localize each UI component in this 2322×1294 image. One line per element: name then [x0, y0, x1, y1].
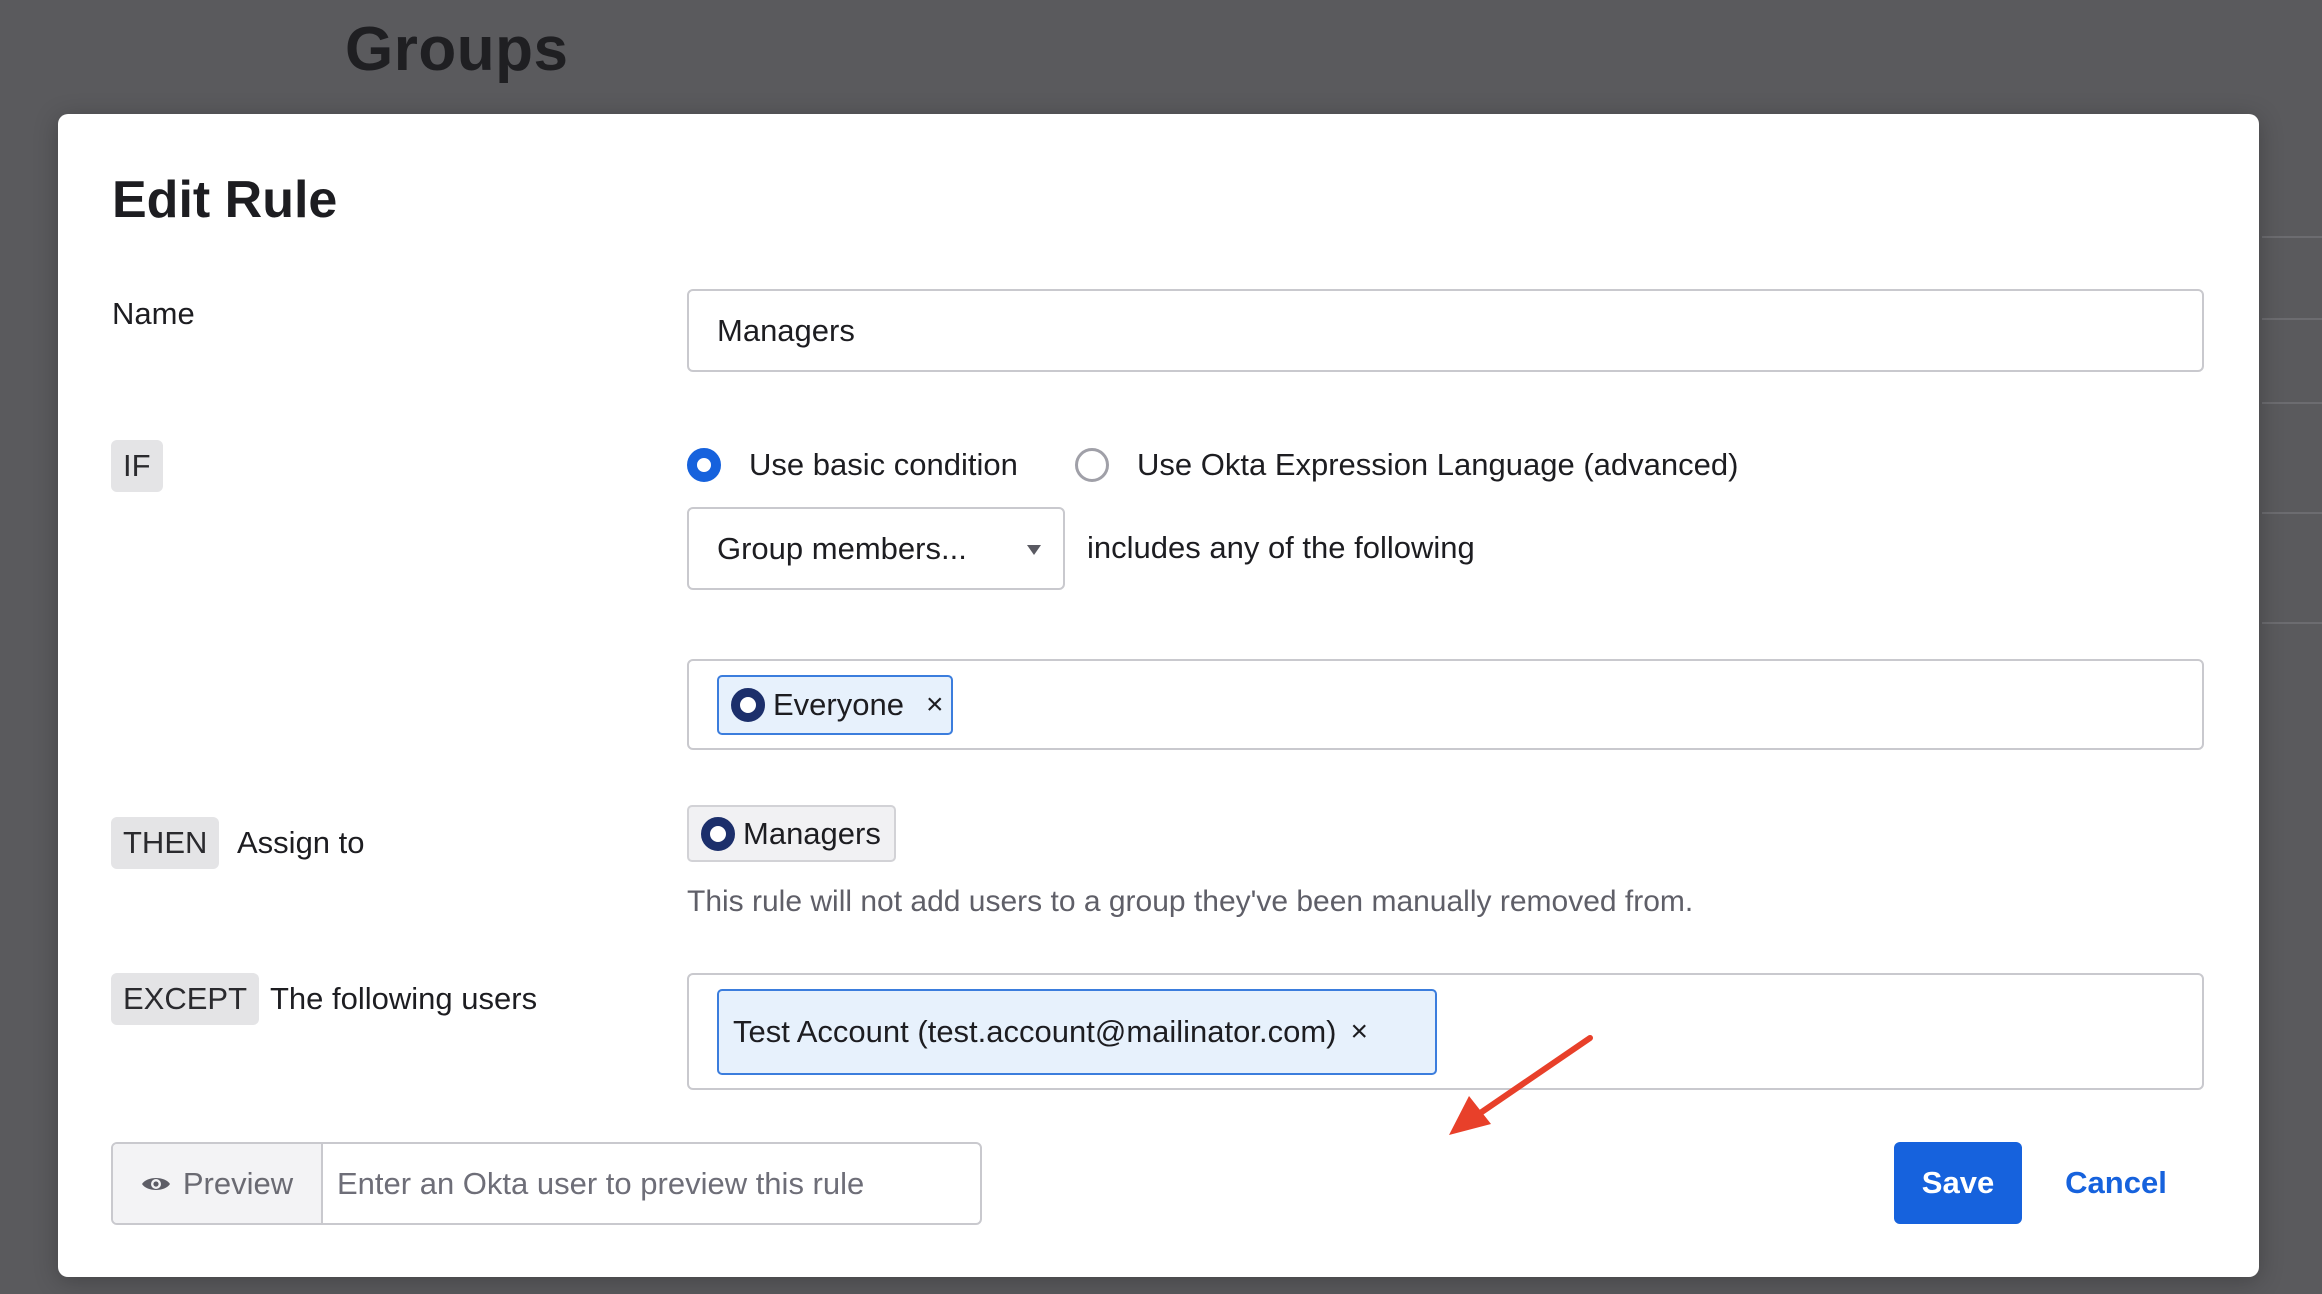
annotation-arrow-icon — [1449, 1035, 1593, 1135]
except-tag: EXCEPT — [111, 973, 260, 1025]
condition-type-value: Group members... — [717, 531, 967, 566]
preview-user-field — [323, 1144, 980, 1223]
condition-type-select[interactable]: Group members... — [687, 507, 1065, 590]
name-label: Name — [112, 296, 195, 331]
preview-button[interactable]: Preview — [113, 1144, 323, 1223]
basic-condition-label[interactable]: Use basic condition — [749, 447, 1018, 483]
background-divider — [2262, 512, 2322, 514]
group-icon — [731, 688, 765, 722]
background-divider — [2262, 236, 2322, 238]
assigned-group-chip: Managers — [687, 805, 896, 862]
close-icon[interactable]: × — [926, 690, 944, 720]
dialog-title: Edit Rule — [112, 171, 338, 229]
name-input[interactable] — [689, 291, 2202, 370]
background-page-title: Groups — [345, 15, 569, 84]
preview-rule-group: Preview — [111, 1142, 982, 1225]
preview-user-input[interactable] — [323, 1144, 980, 1223]
then-tag: THEN — [111, 817, 220, 869]
advanced-expression-radio[interactable] — [1075, 448, 1109, 482]
excluded-user-label: Test Account (test.account@mailinator.co… — [733, 1014, 1337, 1049]
eye-icon — [141, 1177, 170, 1190]
group-chip-everyone: Everyone × — [717, 675, 953, 735]
group-chip-label: Everyone — [773, 687, 904, 722]
chevron-down-icon — [1027, 545, 1041, 555]
basic-condition-radio[interactable] — [687, 448, 721, 482]
if-groups-field[interactable]: Everyone × — [687, 659, 2204, 750]
excluded-users-label: The following users — [270, 981, 538, 1016]
condition-operator-text: includes any of the following — [1087, 530, 1475, 565]
background-divider — [2262, 318, 2322, 320]
background-divider — [2262, 402, 2322, 404]
excluded-user-chip: Test Account (test.account@mailinator.co… — [717, 989, 1437, 1075]
close-icon[interactable]: × — [1351, 1017, 1369, 1047]
assign-helper-text: This rule will not add users to a group … — [687, 885, 1694, 918]
assigned-group-label: Managers — [743, 815, 881, 851]
group-icon — [701, 816, 735, 851]
edit-rule-dialog: Edit Rule Name IF Use basic condition Us… — [58, 114, 2259, 1277]
cancel-button[interactable]: Cancel — [2046, 1142, 2186, 1224]
save-button[interactable]: Save — [1894, 1142, 2022, 1224]
advanced-expression-label[interactable]: Use Okta Expression Language (advanced) — [1137, 447, 1738, 483]
assign-to-label: Assign to — [237, 825, 365, 860]
if-tag: IF — [111, 440, 163, 492]
preview-button-label: Preview — [182, 1165, 294, 1201]
background-divider — [2262, 622, 2322, 624]
name-field-container — [687, 289, 2204, 372]
